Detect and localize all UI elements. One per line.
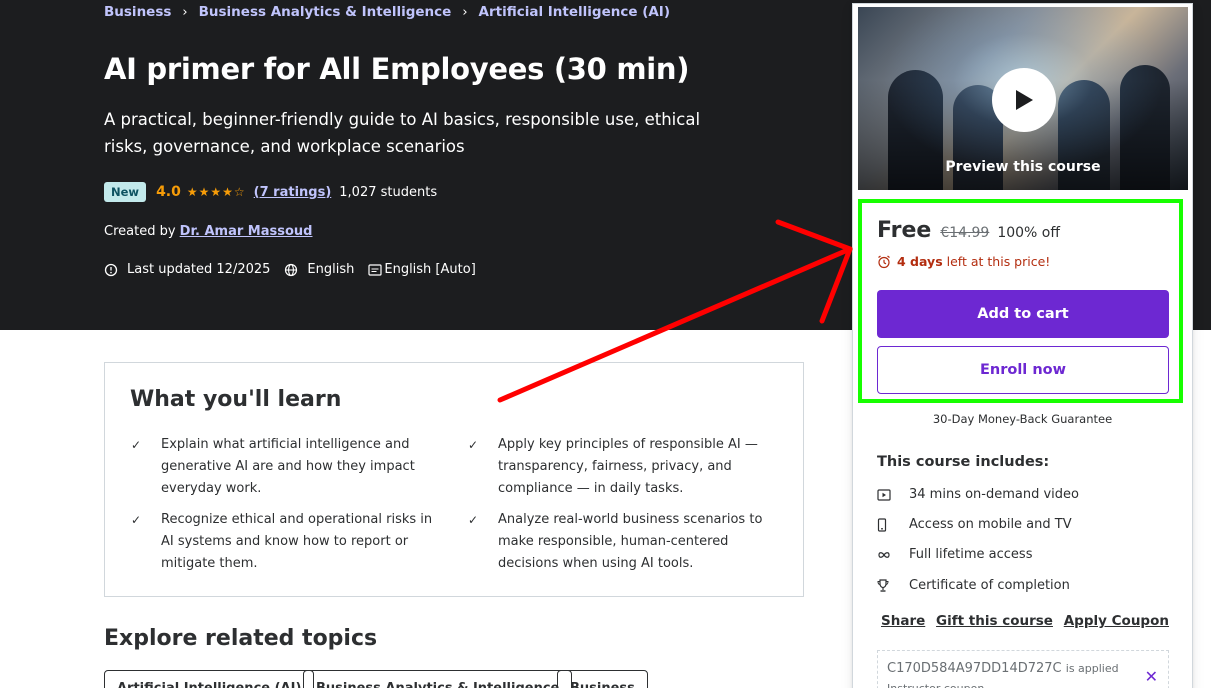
created-by-label: Created by: [104, 224, 176, 239]
learn-item: ✓ Apply key principles of responsible AI…: [468, 434, 778, 500]
what-youll-learn: What you'll learn ✓ Explain what artific…: [104, 362, 804, 597]
learn-title: What you'll learn: [130, 387, 342, 412]
applied-coupon: C170D584A97DD14D727C is applied Instruct…: [877, 650, 1169, 688]
infinity-icon: [877, 551, 909, 559]
new-badge: New: [104, 182, 147, 202]
learn-item: ✓ Recognize ethical and operational risk…: [131, 509, 441, 575]
globe-icon: [285, 263, 298, 276]
include-text: Full lifetime access: [909, 547, 1033, 562]
related-topics-title: Explore related topics: [104, 626, 378, 651]
annotation-highlight-box: [858, 199, 1183, 403]
coupon-applied-text: is applied: [1065, 662, 1119, 675]
rating-row: New 4.0 ★★★★☆ (7 ratings) 1,027 students: [104, 182, 437, 202]
learn-item: ✓ Explain what artificial intelligence a…: [131, 434, 441, 500]
check-icon: ✓: [131, 513, 142, 527]
captions: English [Auto]: [368, 262, 476, 277]
include-text: 34 mins on-demand video: [909, 487, 1079, 502]
money-back-guarantee: 30-Day Money-Back Guarantee: [932, 412, 1113, 426]
coupon-code: C170D584A97DD14D727C: [887, 661, 1062, 676]
language-text: English: [307, 262, 355, 277]
play-icon: [1016, 90, 1033, 110]
instructor-link[interactable]: Dr. Amar Massoud: [180, 224, 313, 239]
last-updated-text: Last updated 12/2025: [127, 262, 271, 277]
include-item-video: 34 mins on-demand video: [877, 487, 1079, 502]
check-icon: ✓: [468, 438, 479, 452]
rating-value: 4.0: [156, 184, 181, 200]
course-preview[interactable]: Preview this course: [857, 6, 1189, 191]
breadcrumb-item-business-analytics[interactable]: Business Analytics & Intelligence: [199, 4, 452, 20]
include-item-certificate: Certificate of completion: [877, 578, 1070, 593]
topic-pill-business[interactable]: Business: [557, 670, 648, 688]
language: English: [284, 262, 354, 277]
created-by: Created by Dr. Amar Massoud: [104, 224, 312, 239]
apply-coupon-button[interactable]: Apply Coupon: [1064, 613, 1169, 629]
course-subtitle: A practical, beginner-friendly guide to …: [104, 110, 701, 156]
include-item-mobile: Access on mobile and TV: [877, 517, 1072, 532]
play-button[interactable]: [992, 68, 1056, 132]
chevron-right-icon: ›: [182, 4, 188, 20]
learn-item-text: Analyze real-world business scenarios to…: [498, 512, 763, 571]
check-icon: ✓: [131, 438, 142, 452]
check-icon: ✓: [468, 513, 479, 527]
coupon-type: Instructor coupon: [887, 682, 984, 688]
last-updated: Last updated 12/2025: [104, 262, 270, 277]
star-rating-icon: ★★★★☆: [186, 185, 246, 199]
include-item-lifetime: Full lifetime access: [877, 547, 1032, 562]
learn-item-text: Apply key principles of responsible AI —…: [498, 437, 758, 496]
include-text: Access on mobile and TV: [909, 517, 1072, 532]
course-meta: Last updated 12/2025 English English [Au…: [104, 262, 490, 277]
ratings-count-link[interactable]: (7 ratings): [254, 185, 332, 200]
mobile-icon: [877, 517, 909, 532]
preview-label: Preview this course: [945, 159, 1101, 175]
breadcrumb-item-business[interactable]: Business: [104, 4, 171, 20]
captions-text: English [Auto]: [384, 262, 476, 277]
chevron-right-icon: ›: [462, 4, 468, 20]
breadcrumb: Business › Business Analytics & Intellig…: [104, 4, 670, 20]
includes-title: This course includes:: [877, 454, 1050, 470]
learn-item: ✓ Analyze real-world business scenarios …: [468, 509, 778, 575]
breadcrumb-item-ai[interactable]: Artificial Intelligence (AI): [479, 4, 671, 20]
topic-pill-ai[interactable]: Artificial Intelligence (AI): [104, 670, 315, 688]
learn-item-text: Explain what artificial intelligence and…: [161, 437, 415, 496]
learn-item-text: Recognize ethical and operational risks …: [161, 512, 433, 571]
include-text: Certificate of completion: [909, 578, 1070, 593]
share-button[interactable]: Share: [881, 613, 925, 629]
close-icon[interactable]: ✕: [1145, 667, 1158, 687]
captions-icon: [368, 263, 382, 276]
sidebar-actions: Share Gift this course Apply Coupon: [881, 613, 1169, 629]
trophy-icon: [877, 578, 909, 593]
alert-badge-icon: [104, 263, 118, 276]
students-count: 1,027 students: [339, 184, 438, 200]
video-icon: [877, 488, 909, 501]
gift-course-button[interactable]: Gift this course: [936, 613, 1053, 629]
topic-pill-business-analytics[interactable]: Business Analytics & Intelligence: [303, 670, 573, 688]
course-title: AI primer for All Employees (30 min): [104, 52, 690, 86]
